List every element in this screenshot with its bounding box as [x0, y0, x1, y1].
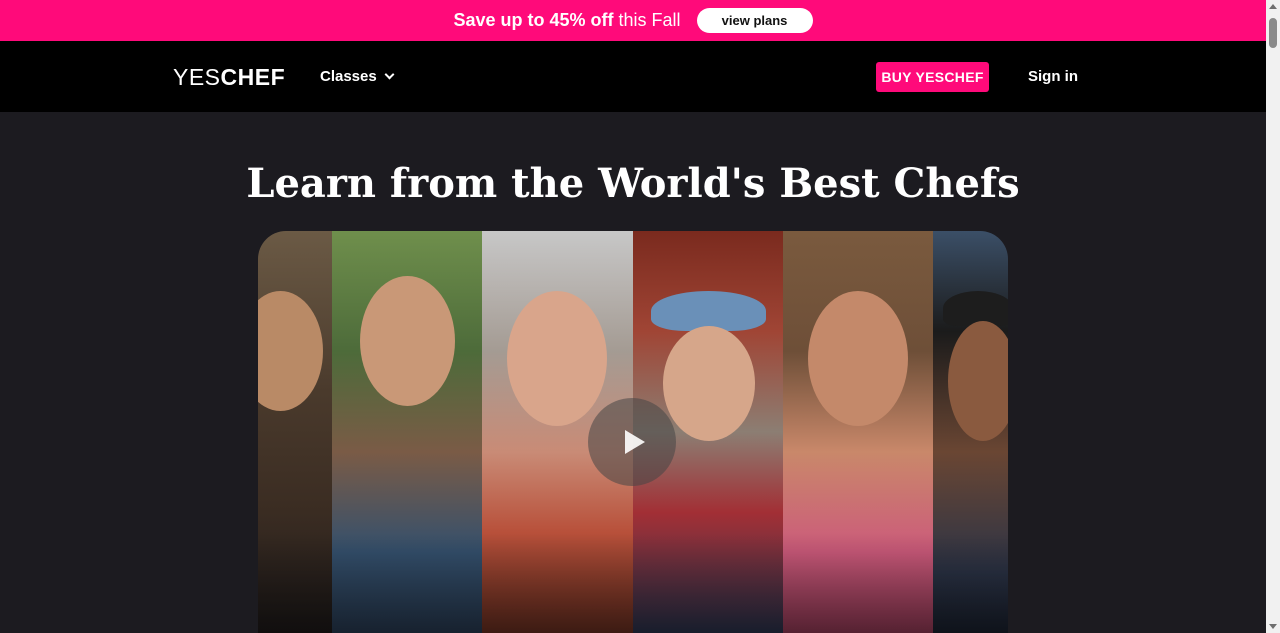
hero-headline: Learn from the World's Best Chefs — [246, 160, 1020, 207]
promo-text: Save up to 45% off this Fall — [453, 10, 680, 31]
chef-panel-2 — [332, 231, 482, 633]
view-plans-button[interactable]: view plans — [696, 8, 813, 33]
chef-panel-1 — [258, 231, 332, 633]
buy-yeschef-button[interactable]: BUY YESCHEF — [876, 62, 989, 92]
chef-face — [808, 291, 908, 426]
logo-part-yes: YES — [173, 64, 221, 90]
yeschef-logo[interactable]: YESCHEF — [173, 64, 285, 91]
page-scrollbar[interactable] — [1266, 0, 1280, 633]
scroll-up-arrow-icon[interactable] — [1269, 4, 1277, 9]
classes-menu[interactable]: Classes — [320, 68, 395, 85]
chef-panel-6 — [933, 231, 1008, 633]
play-triangle — [625, 430, 645, 454]
hero-video[interactable] — [258, 231, 1008, 633]
chef-cap — [943, 291, 1008, 326]
play-icon[interactable] — [588, 398, 676, 486]
chef-face — [258, 291, 323, 411]
chef-cap — [651, 291, 766, 331]
scroll-down-arrow-icon[interactable] — [1269, 624, 1277, 629]
promo-bold-text: Save up to 45% off — [453, 10, 614, 30]
sign-in-link[interactable]: Sign in — [1028, 68, 1078, 85]
chef-face — [360, 276, 455, 406]
chef-face — [663, 326, 755, 441]
chevron-down-icon — [384, 69, 395, 80]
top-nav: YESCHEF Classes BUY YESCHEF Sign in — [0, 41, 1266, 112]
logo-part-chef: CHEF — [220, 64, 286, 90]
chef-panel-5 — [783, 231, 933, 633]
chef-face — [507, 291, 607, 426]
promo-regular-text: this Fall — [613, 10, 681, 30]
classes-label: Classes — [320, 68, 377, 85]
chef-face — [948, 321, 1008, 441]
scroll-thumb[interactable] — [1269, 18, 1277, 48]
promo-banner: Save up to 45% off this Fall view plans — [0, 0, 1266, 41]
